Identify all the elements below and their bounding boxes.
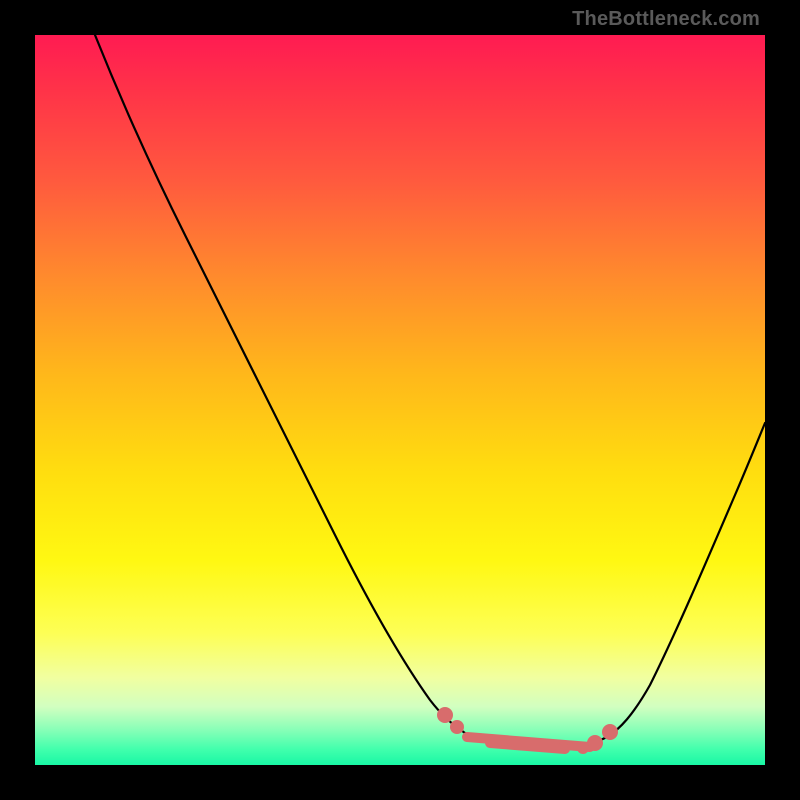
flat-min-dot xyxy=(437,707,453,723)
chart-frame: TheBottleneck.com xyxy=(0,0,800,800)
flat-min-dot xyxy=(577,742,589,754)
curve-layer xyxy=(35,35,765,765)
flat-min-dot xyxy=(587,735,603,751)
watermark-text: TheBottleneck.com xyxy=(572,8,760,31)
bottleneck-curve xyxy=(95,35,765,749)
flat-minimum-segment-b xyxy=(490,743,565,749)
flat-min-dot xyxy=(450,720,464,734)
flat-min-dot xyxy=(602,724,618,740)
plot-area xyxy=(35,35,765,765)
